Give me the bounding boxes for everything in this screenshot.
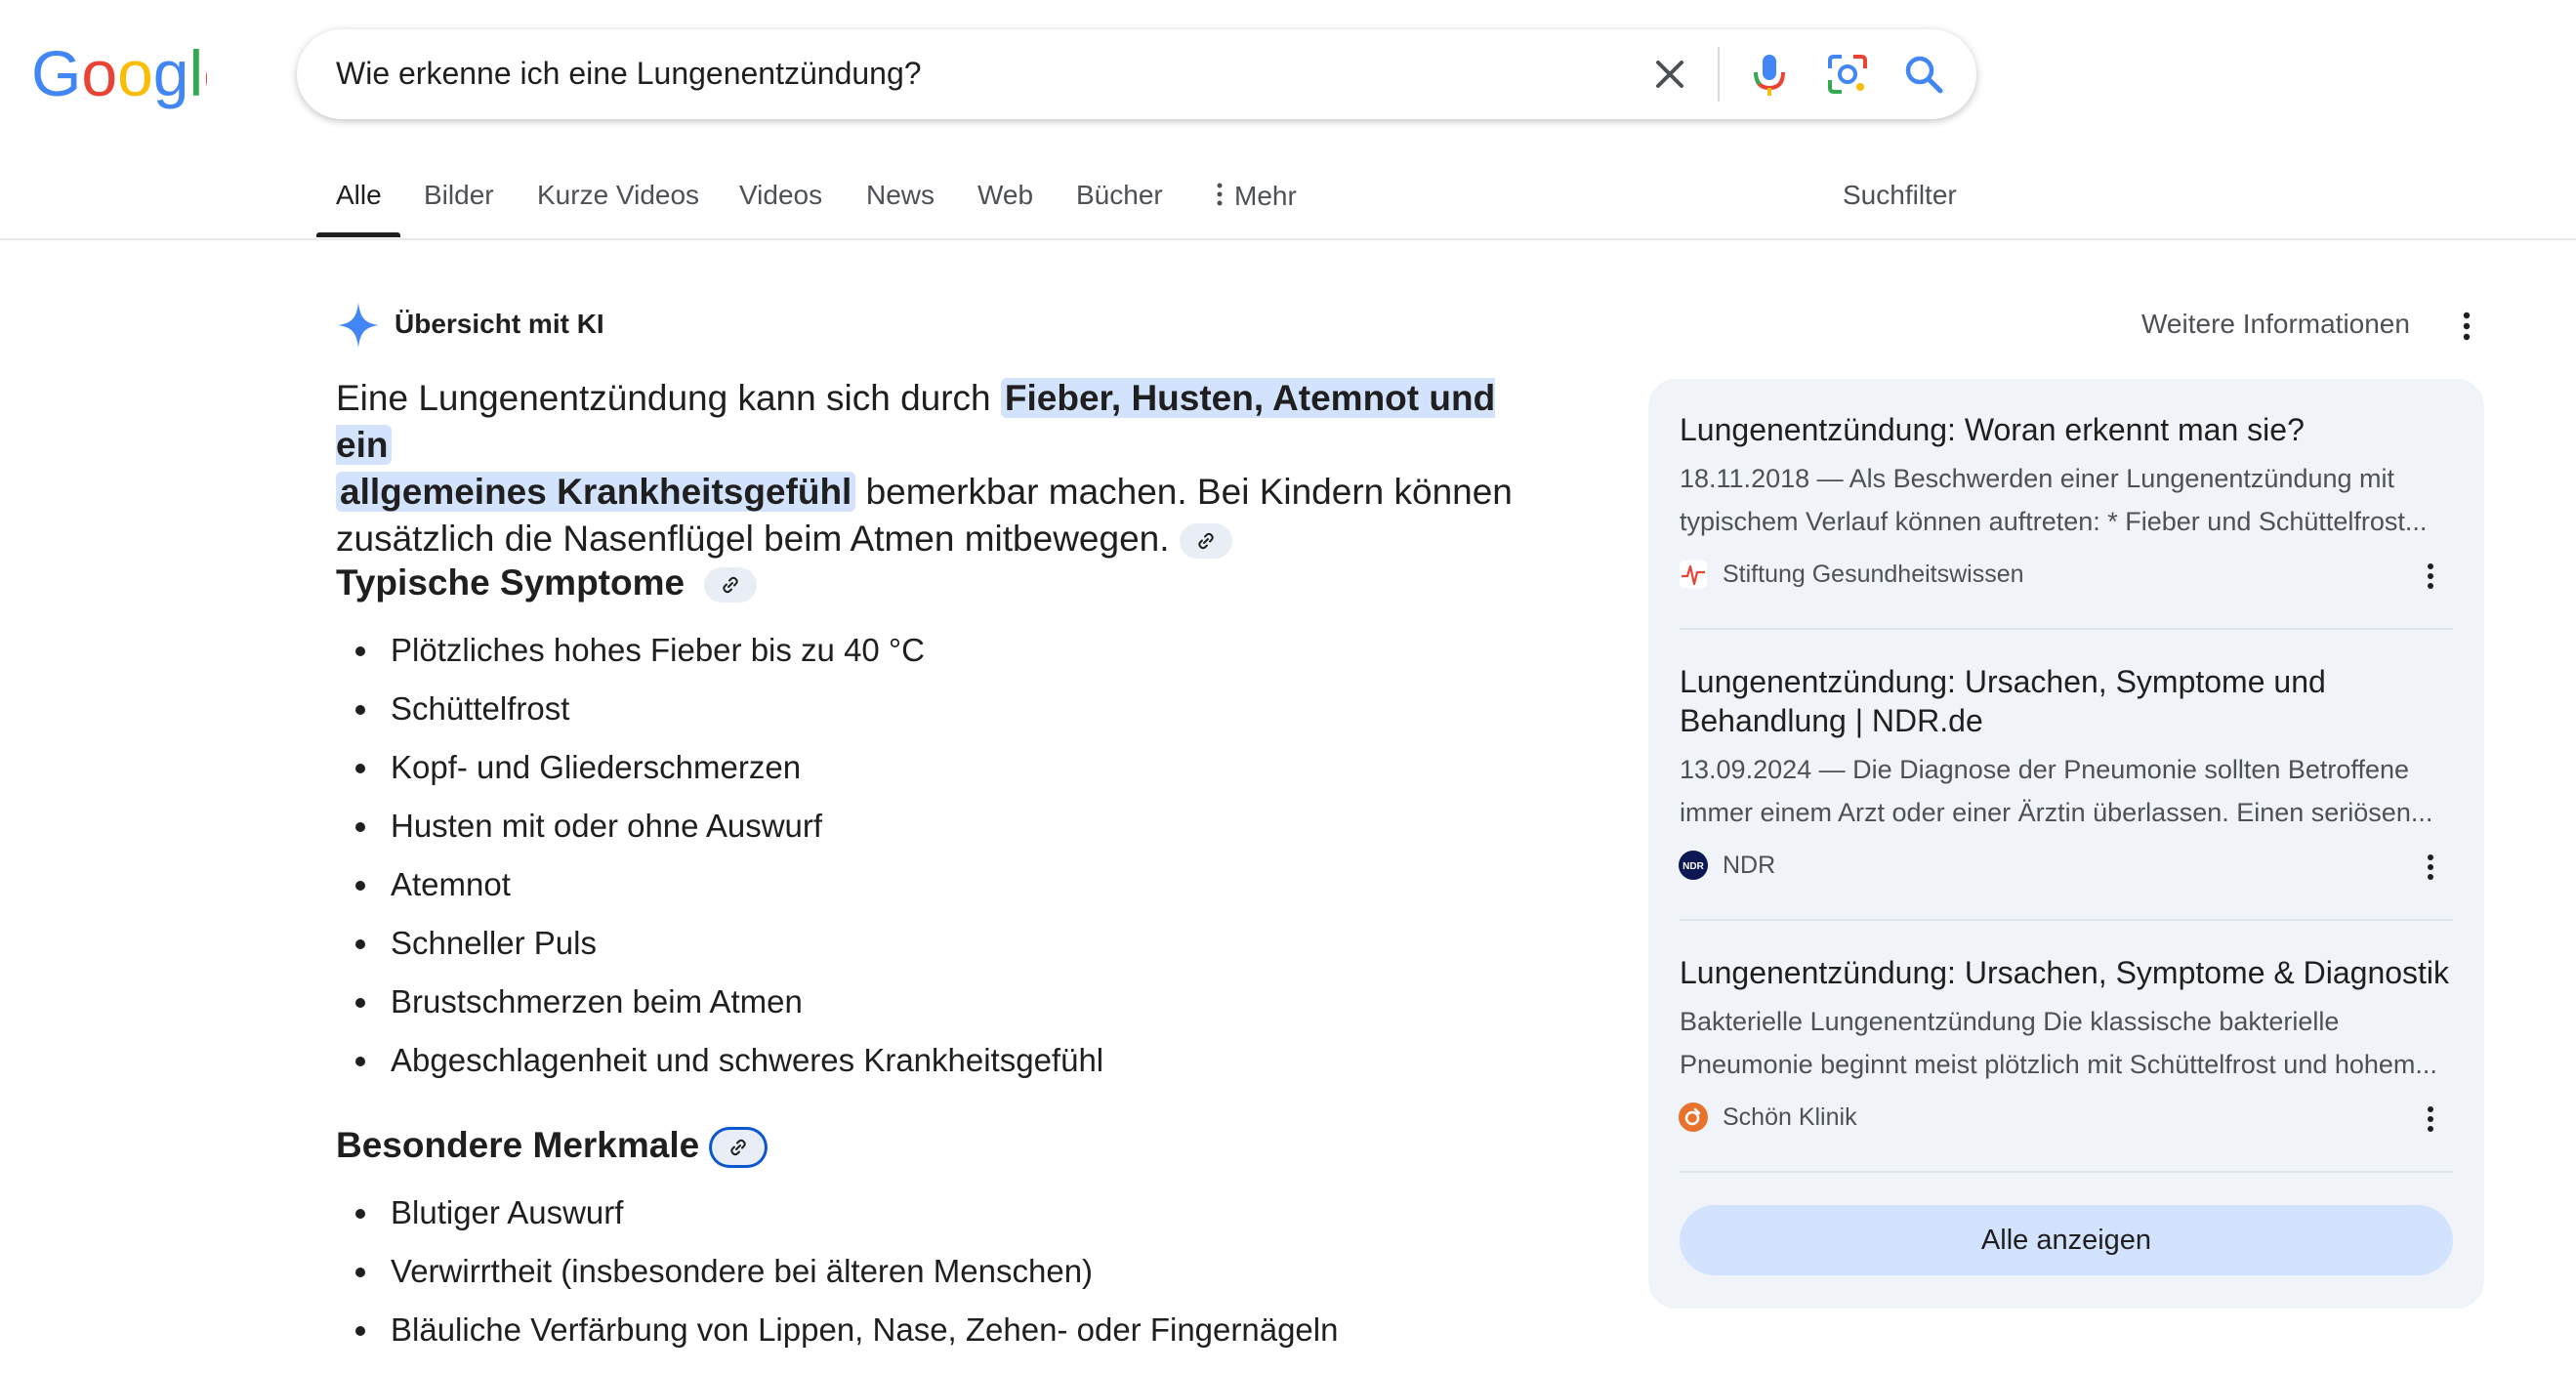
tab-alle[interactable]: Alle	[336, 180, 382, 211]
more-options-icon[interactable]	[2447, 305, 2486, 348]
snippet-line: 18.11.2018 — Als Beschwerden einer Lunge…	[1680, 464, 2395, 493]
svg-text:Google: Google	[31, 39, 207, 109]
tab-mehr-label: Mehr	[1234, 181, 1297, 211]
list-item: Brustschmerzen beim Atmen	[391, 983, 803, 1019]
lens-icon[interactable]	[1820, 47, 1875, 102]
tabs-divider	[0, 238, 2576, 240]
search-icon[interactable]	[1896, 47, 1951, 102]
source-snippet: Bakterielle Lungenentzündung Die klassis…	[1680, 1000, 2451, 1086]
source-title-link[interactable]: Lungenentzündung: Woran erkennt man sie?	[1680, 410, 2461, 449]
bullet	[355, 1268, 365, 1277]
show-all-button[interactable]: Alle anzeigen	[1680, 1205, 2453, 1275]
source-link-chip[interactable]	[1179, 523, 1232, 560]
summary-text: Eine Lungenentzündung kann sich durch	[336, 378, 991, 418]
source-divider	[1680, 628, 2453, 630]
bullet	[355, 939, 365, 949]
schoen-klinik-favicon-icon	[1679, 1103, 1708, 1132]
source-title-link[interactable]: Lungenentzündung: Ursachen, Symptome und…	[1680, 662, 2461, 740]
list-item: Blutiger Auswurf	[391, 1194, 624, 1230]
dots-vertical-icon	[1217, 183, 1223, 206]
title-line: Behandlung | NDR.de	[1680, 703, 1983, 738]
bullet	[355, 998, 365, 1008]
more-info-link[interactable]: Weitere Informationen	[2141, 309, 2410, 340]
list-item: Abgeschlagenheit und schweres Krankheits…	[391, 1042, 1104, 1078]
title-line: Lungenentzündung: Ursachen, Symptome und	[1680, 664, 2326, 699]
list-item: Bläuliche Verfärbung von Lippen, Nase, Z…	[391, 1311, 1339, 1348]
active-tab-indicator	[316, 232, 400, 237]
list-item: Schüttelfrost	[391, 690, 570, 727]
snippet-line: immer einem Arzt oder einer Ärztin überl…	[1680, 798, 2433, 827]
source-options-icon[interactable]	[2416, 1100, 2445, 1139]
section-title-text: Typische Symptome	[336, 562, 686, 603]
source-link-chip[interactable]	[711, 1130, 765, 1166]
clear-icon[interactable]	[1644, 49, 1695, 100]
bullet	[355, 881, 365, 891]
mic-icon[interactable]	[1742, 47, 1797, 102]
link-icon	[729, 1139, 746, 1156]
list-item: Atemnot	[391, 866, 511, 902]
sparkle-icon	[338, 303, 379, 348]
stiftung-favicon-icon	[1680, 561, 1707, 588]
tab-mehr[interactable]: Mehr	[1213, 180, 1297, 212]
source-snippet: 18.11.2018 — Als Beschwerden einer Lunge…	[1680, 457, 2451, 543]
svg-text:NDR: NDR	[1683, 861, 1704, 872]
section-title: Besondere Merkmale	[336, 1125, 765, 1166]
source-divider	[1680, 919, 2453, 921]
search-box[interactable]: Wie erkenne ich eine Lungenentzündung?	[297, 29, 1976, 119]
list-item: Schneller Puls	[391, 925, 597, 961]
link-icon	[723, 576, 739, 594]
list-item: Kopf- und Gliederschmerzen	[391, 749, 802, 785]
source-options-icon[interactable]	[2416, 848, 2445, 887]
tab-web[interactable]: Web	[977, 180, 1033, 211]
tab-bilder[interactable]: Bilder	[424, 180, 494, 211]
search-input[interactable]: Wie erkenne ich eine Lungenentzündung?	[336, 56, 922, 92]
snippet-line: 13.09.2024 — Die Diagnose der Pneumonie …	[1680, 755, 2409, 784]
bullet	[355, 822, 365, 832]
source-options-icon[interactable]	[2416, 557, 2445, 596]
bullet	[355, 705, 365, 715]
list-item: Husten mit oder ohne Auswurf	[391, 808, 823, 844]
link-icon	[1198, 532, 1214, 550]
ndr-favicon-icon: NDR	[1679, 851, 1708, 880]
bullet	[355, 1057, 365, 1066]
ai-overview-summary: Eine Lungenentzündung kann sich durch Fi…	[336, 375, 1537, 562]
search-divider	[1718, 47, 1720, 102]
source-snippet: 13.09.2024 — Die Diagnose der Pneumonie …	[1680, 748, 2451, 834]
source-title-link[interactable]: Lungenentzündung: Ursachen, Symptome & D…	[1680, 953, 2461, 992]
source-name: NDR	[1723, 852, 1776, 879]
summary-text: bemerkbar machen. Bei Kindern können	[865, 472, 1513, 512]
search-filter-button[interactable]: Suchfilter	[1843, 180, 1957, 211]
snippet-line: Pneumonie beginnt meist plötzlich mit Sc…	[1680, 1050, 2437, 1079]
tab-kurze-videos[interactable]: Kurze Videos	[537, 180, 699, 211]
source-divider	[1680, 1171, 2453, 1173]
tab-news[interactable]: News	[866, 180, 935, 211]
tab-buecher[interactable]: Bücher	[1076, 180, 1163, 211]
google-logo[interactable]: Google	[31, 39, 207, 109]
list-item: Verwirrtheit (insbesondere bei älteren M…	[391, 1253, 1094, 1289]
source-link-chip[interactable]	[704, 567, 758, 603]
snippet-line: Bakterielle Lungenentzündung Die klassis…	[1680, 1007, 2340, 1036]
section-title-text: Besondere Merkmale	[336, 1125, 700, 1165]
snippet-line: typischem Verlauf können auftreten: * Fi…	[1680, 507, 2428, 536]
bullet	[355, 1209, 365, 1219]
summary-highlight: allgemeines Krankheitsgefühl	[336, 472, 856, 512]
summary-text: zusätzlich die Nasenflügel beim Atmen mi…	[336, 519, 1170, 559]
ai-overview-title: Übersicht mit KI	[395, 309, 604, 339]
tab-videos[interactable]: Videos	[739, 180, 822, 211]
bullet	[355, 764, 365, 773]
list-item: Plötzliches hohes Fieber bis zu 40 °C	[391, 632, 925, 668]
bullet	[355, 646, 365, 656]
source-name: Stiftung Gesundheitswissen	[1723, 561, 2024, 588]
bullet	[355, 1326, 365, 1336]
section-title: Typische Symptome	[336, 562, 758, 603]
source-name: Schön Klinik	[1723, 1103, 1857, 1131]
